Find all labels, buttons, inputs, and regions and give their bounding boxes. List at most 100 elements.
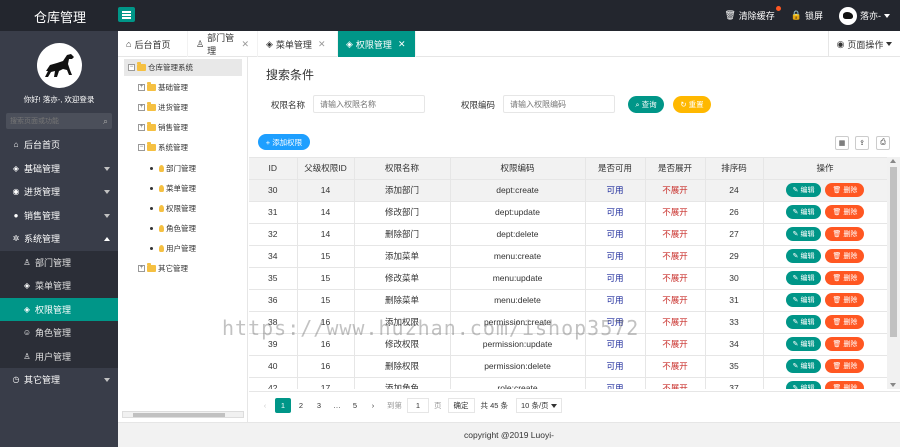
- edit-button[interactable]: ✎ 编辑: [785, 249, 822, 263]
- page-size-select[interactable]: 10 条/页: [516, 398, 562, 413]
- print-button[interactable]: ⎙: [876, 136, 890, 150]
- delete-button[interactable]: 🗑 删除: [825, 271, 865, 285]
- nav-menu-mgmt[interactable]: ◈ 菜单管理: [0, 274, 118, 298]
- scroll-up-icon[interactable]: [890, 159, 896, 163]
- clear-cache-button[interactable]: 🗑 清除缓存: [724, 6, 781, 22]
- scroll-thumb[interactable]: [133, 413, 225, 417]
- column-header[interactable]: 权限名称: [354, 158, 451, 180]
- nav-purchase[interactable]: ◉ 进货管理: [0, 180, 118, 204]
- scroll-down-icon[interactable]: [890, 383, 896, 387]
- table-row[interactable]: 39 16 修改权限 permission:update 可用 不展开 34 ✎ 编辑 🗑 删除: [249, 333, 888, 356]
- delete-button[interactable]: 🗑 删除: [825, 205, 865, 219]
- edit-button[interactable]: ✎ 编辑: [785, 337, 822, 351]
- tree-leaf[interactable]: 角色管理: [150, 223, 196, 234]
- expand-icon[interactable]: +: [138, 265, 145, 272]
- nav-dept[interactable]: ♙ 部门管理: [0, 251, 118, 275]
- tree-leaf[interactable]: 部门管理: [150, 163, 196, 174]
- close-icon[interactable]: ✕: [241, 39, 249, 50]
- sidebar-search[interactable]: ⌕: [6, 113, 112, 129]
- tree-horizontal-scrollbar[interactable]: [122, 411, 244, 418]
- nav-system[interactable]: ✲ 系统管理: [0, 227, 118, 251]
- nav-role[interactable]: ☺ 角色管理: [0, 321, 118, 345]
- tree-node[interactable]: + 销售管理: [138, 122, 188, 133]
- user-menu[interactable]: 落亦-: [839, 6, 890, 25]
- table-row[interactable]: 35 15 修改菜单 menu:update 可用 不展开 30 ✎ 编辑 🗑 删除: [249, 267, 888, 290]
- delete-button[interactable]: 🗑 删除: [825, 337, 865, 351]
- column-header[interactable]: 操作: [763, 158, 888, 180]
- prev-page-icon[interactable]: ‹: [257, 398, 273, 413]
- lock-screen-button[interactable]: 🔒 锁屏: [791, 9, 823, 22]
- column-header[interactable]: 排序码: [705, 158, 764, 180]
- nav-basic[interactable]: ◈ 基础管理: [0, 157, 118, 181]
- nav-user[interactable]: ♙ 用户管理: [0, 345, 118, 369]
- tab-menu[interactable]: ◈ 菜单管理 ✕: [258, 31, 338, 57]
- close-icon[interactable]: ✕: [318, 39, 326, 50]
- tree-leaf[interactable]: 用户管理: [150, 243, 196, 254]
- columns-filter-button[interactable]: ▦: [835, 136, 849, 150]
- nav-home[interactable]: ⌂ 后台首页: [0, 133, 118, 157]
- delete-button[interactable]: 🗑 删除: [825, 359, 865, 373]
- permission-name-input[interactable]: [314, 96, 424, 112]
- delete-button[interactable]: 🗑 删除: [825, 293, 865, 307]
- edit-button[interactable]: ✎ 编辑: [785, 293, 822, 307]
- delete-button[interactable]: 🗑 删除: [825, 249, 865, 263]
- page-operations-button[interactable]: ◉ 页面操作: [828, 31, 900, 57]
- tab-permission[interactable]: ◈ 权限管理 ✕: [338, 31, 416, 57]
- sidebar-search-input[interactable]: [6, 113, 112, 129]
- confirm-page-button[interactable]: 确定: [447, 398, 475, 413]
- edit-button[interactable]: ✎ 编辑: [785, 271, 822, 285]
- search-icon[interactable]: ⌕: [103, 116, 108, 127]
- permission-code-field[interactable]: [503, 95, 615, 113]
- nav-other[interactable]: ◷ 其它管理: [0, 368, 118, 392]
- scroll-thumb[interactable]: [890, 167, 897, 337]
- collapse-icon[interactable]: −: [138, 144, 145, 151]
- tree-leaf[interactable]: 菜单管理: [150, 183, 196, 194]
- delete-button[interactable]: 🗑 删除: [825, 381, 865, 389]
- page-3[interactable]: 3: [311, 398, 327, 413]
- edit-button[interactable]: ✎ 编辑: [785, 205, 822, 219]
- column-header[interactable]: ID: [249, 158, 298, 180]
- page-2[interactable]: 2: [293, 398, 309, 413]
- nav-permission[interactable]: ◈ 权限管理: [0, 297, 118, 321]
- tree-leaf[interactable]: 权限管理: [150, 203, 196, 214]
- edit-button[interactable]: ✎ 编辑: [785, 381, 822, 389]
- sidebar-toggle-button[interactable]: [118, 7, 135, 22]
- tree-node[interactable]: + 其它管理: [138, 263, 188, 274]
- column-header[interactable]: 是否可用: [585, 158, 646, 180]
- collapse-icon[interactable]: −: [128, 64, 135, 71]
- edit-button[interactable]: ✎ 编辑: [785, 315, 822, 329]
- expand-icon[interactable]: +: [138, 124, 145, 131]
- page-number-input[interactable]: 1: [407, 398, 429, 413]
- reset-button[interactable]: ↻ 重置: [673, 96, 711, 113]
- delete-button[interactable]: 🗑 删除: [825, 315, 865, 329]
- table-row[interactable]: 38 16 添加权限 permission:create 可用 不展开 33 ✎ 编辑 🗑 删除: [249, 311, 888, 334]
- add-permission-button[interactable]: + 添加权限: [258, 134, 310, 150]
- tree-node[interactable]: + 基础管理: [138, 82, 188, 93]
- edit-button[interactable]: ✎ 编辑: [785, 227, 822, 241]
- tab-dept[interactable]: ♙ 部门管理 ✕: [188, 31, 258, 57]
- expand-icon[interactable]: +: [138, 84, 145, 91]
- table-row[interactable]: 31 14 修改部门 dept:update 可用 不展开 26 ✎ 编辑 🗑 删除: [249, 201, 888, 224]
- column-header[interactable]: 权限编码: [450, 158, 586, 180]
- table-row[interactable]: 30 14 添加部门 dept:create 可用 不展开 24 ✎ 编辑 🗑 删除: [249, 179, 888, 202]
- table-row[interactable]: 42 17 添加角色 role:create 可用 不展开 37 ✎ 编辑 🗑 删除: [249, 377, 888, 389]
- nav-sales[interactable]: ● 销售管理: [0, 204, 118, 228]
- next-page-icon[interactable]: ›: [365, 398, 381, 413]
- column-header[interactable]: 父级权限ID: [297, 158, 355, 180]
- column-header[interactable]: 是否展开: [645, 158, 706, 180]
- expand-icon[interactable]: +: [138, 104, 145, 111]
- table-row[interactable]: 36 15 删除菜单 menu:delete 可用 不展开 31 ✎ 编辑 🗑 删除: [249, 289, 888, 312]
- close-icon[interactable]: ✕: [398, 39, 406, 50]
- export-button[interactable]: ⇪: [855, 136, 869, 150]
- table-vertical-scrollbar[interactable]: [887, 157, 900, 389]
- table-row[interactable]: 34 15 添加菜单 menu:create 可用 不展开 29 ✎ 编辑 🗑 删除: [249, 245, 888, 268]
- table-row[interactable]: 40 16 删除权限 permission:delete 可用 不展开 35 ✎ 编辑 🗑 删除: [249, 355, 888, 378]
- permission-code-input[interactable]: [504, 96, 614, 112]
- tab-home[interactable]: ⌂ 后台首页: [118, 31, 188, 57]
- tree-node[interactable]: − 系统管理: [138, 142, 188, 153]
- page-1[interactable]: 1: [275, 398, 291, 413]
- permission-name-field[interactable]: [313, 95, 425, 113]
- edit-button[interactable]: ✎ 编辑: [785, 359, 822, 373]
- edit-button[interactable]: ✎ 编辑: [785, 183, 822, 197]
- table-row[interactable]: 32 14 删除部门 dept:delete 可用 不展开 27 ✎ 编辑 🗑 删除: [249, 223, 888, 246]
